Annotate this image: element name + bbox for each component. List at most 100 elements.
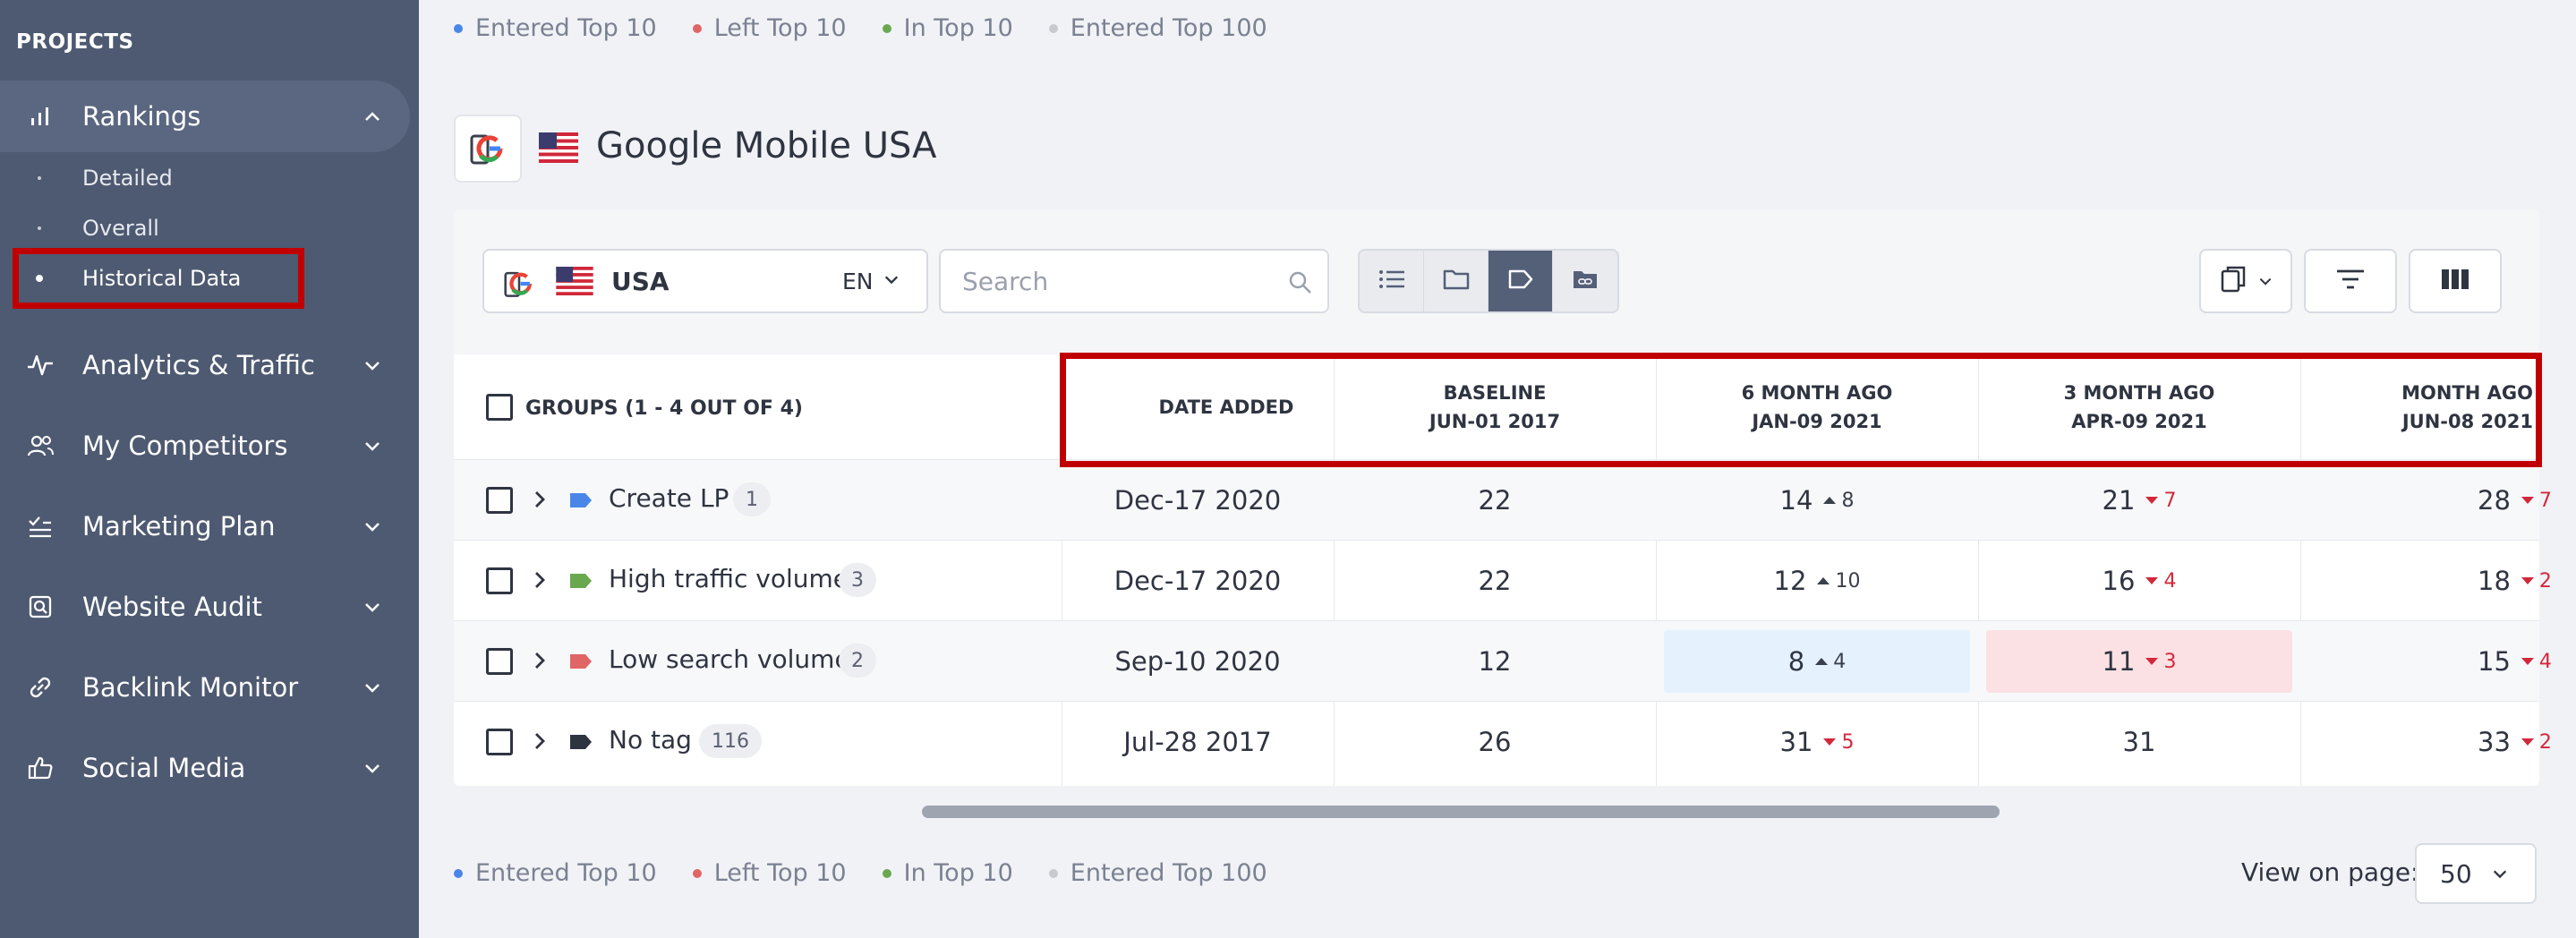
sidebar-item-backlink-monitor[interactable]: Backlink Monitor — [0, 652, 410, 723]
row-checkbox[interactable] — [486, 648, 513, 675]
columns-button[interactable] — [2409, 249, 2502, 313]
legend-item: Left Top 10 — [692, 859, 847, 887]
change-value: 7 — [2163, 489, 2177, 512]
cell-text: 12 — [1478, 646, 1512, 677]
cell-month-ago: 28 7 — [2300, 460, 2576, 541]
chevron-up-icon — [362, 106, 383, 127]
copy-dropdown-button[interactable] — [2199, 249, 2292, 313]
row-checkbox[interactable] — [486, 487, 513, 514]
legend-item: In Top 10 — [882, 859, 1013, 887]
column-header-month-ago[interactable]: MONTH AGO JUN-08 2021 — [2300, 354, 2533, 460]
table-header: GROUPS (1 - 4 OUT OF 4) DATE ADDED BASEL… — [454, 354, 2539, 460]
search-icon[interactable] — [1288, 270, 1313, 299]
sidebar-item-analytics-traffic[interactable]: Analytics & Traffic — [0, 329, 410, 401]
chevron-right-icon[interactable] — [533, 649, 547, 676]
change-value: 4 — [2538, 650, 2552, 673]
search-field[interactable] — [939, 249, 1329, 313]
chevron-down-icon — [883, 272, 900, 289]
tag-icon — [568, 491, 593, 513]
users-icon — [25, 431, 55, 461]
country-select[interactable]: USA EN — [482, 249, 928, 313]
chevron-down-icon — [362, 677, 383, 698]
arrow-down-icon — [2145, 658, 2159, 665]
column-header-date-added[interactable]: DATE ADDED — [1060, 354, 1303, 460]
column-date: JUN-01 2017 — [1429, 411, 1561, 432]
cell-text: Dec-17 2020 — [1113, 566, 1282, 596]
sidebar-subitem-overall[interactable]: Overall — [0, 205, 304, 252]
chevron-down-icon — [2492, 866, 2508, 883]
row-checkbox[interactable] — [486, 729, 513, 755]
columns-icon — [2440, 267, 2470, 295]
thumbs-up-icon — [25, 753, 55, 783]
column-title: 3 MONTH AGO — [2063, 382, 2215, 404]
filter-button[interactable] — [2304, 249, 2397, 313]
view-on-page-select[interactable]: 50 — [2415, 843, 2537, 904]
cell-baseline: 12 — [1334, 621, 1656, 702]
sidebar-item-rankings[interactable]: Rankings — [0, 81, 410, 152]
group-name: Low search volume — [609, 644, 850, 674]
tag-view-button[interactable] — [1488, 251, 1553, 311]
table-row[interactable]: High traffic volume 3 Dec-17 2020 22 12 … — [454, 541, 2552, 621]
group-name: High traffic volume — [609, 564, 849, 593]
us-flag-icon — [556, 267, 593, 299]
chevron-down-icon — [362, 757, 383, 779]
arrow-up-icon — [1817, 577, 1830, 584]
legend-item: Entered Top 10 — [454, 859, 657, 887]
legend-dot — [882, 868, 891, 878]
linked-folder-view-button[interactable] — [1553, 251, 1617, 311]
position-value: 33 — [2478, 727, 2511, 757]
chevron-down-icon — [2258, 273, 2273, 290]
sidebar-item-label: Website Audit — [82, 592, 262, 622]
position-value: 12 — [1773, 566, 1807, 596]
us-flag-icon — [539, 132, 578, 163]
table-row[interactable]: No tag 116 Jul-28 2017 26 31 5 31 33 2 — [454, 702, 2552, 782]
change-indicator: 4 — [1815, 651, 1846, 673]
column-title: MONTH AGO — [2401, 382, 2533, 404]
column-date: APR-09 2021 — [2071, 411, 2207, 432]
folder-view-button[interactable] — [1424, 251, 1488, 311]
chevron-down-icon — [362, 516, 383, 537]
position-value: 8 — [1787, 646, 1805, 677]
cell-baseline: 26 — [1334, 702, 1656, 782]
sidebar-subitem-detailed[interactable]: Detailed — [0, 155, 304, 201]
sidebar-item-marketing-plan[interactable]: Marketing Plan — [0, 490, 410, 562]
sidebar-item-my-competitors[interactable]: My Competitors — [0, 410, 410, 482]
legend-dot — [692, 868, 702, 878]
tag-icon — [568, 572, 593, 593]
change-value: 8 — [1841, 489, 1855, 512]
legend-dot — [454, 23, 463, 33]
legend-dot — [882, 23, 891, 33]
horizontal-scrollbar[interactable] — [922, 806, 2000, 818]
table-row[interactable]: Create LP 1 Dec-17 2020 22 14 8 21 7 28 … — [454, 460, 2552, 541]
legend-dot — [1048, 868, 1058, 878]
change-indicator: 4 — [2521, 651, 2552, 673]
column-header-baseline[interactable]: BASELINE JUN-01 2017 — [1334, 354, 1656, 460]
chevron-right-icon[interactable] — [533, 488, 547, 515]
cell-6-month-ago: 31 5 — [1656, 702, 1978, 782]
tag-icon — [568, 733, 593, 755]
table-row[interactable]: Low search volume 2 Sep-10 2020 12 8 4 1… — [454, 621, 2552, 702]
legend-item: Left Top 10 — [692, 14, 847, 42]
position-value: 21 — [2102, 485, 2136, 516]
position-value: 16 — [2102, 566, 2136, 596]
folder-icon — [1442, 267, 1471, 295]
sidebar-item-website-audit[interactable]: Website Audit — [0, 571, 410, 643]
sidebar-item-social-media[interactable]: Social Media — [0, 732, 410, 804]
chevron-right-icon[interactable] — [533, 729, 547, 756]
linked-folder-icon — [1571, 267, 1599, 295]
sidebar-subitem-historical-data[interactable]: Historical Data — [0, 255, 304, 302]
select-all-checkbox[interactable] — [486, 394, 513, 421]
arrow-down-icon — [2521, 738, 2534, 746]
row-checkbox[interactable] — [486, 567, 513, 594]
position-value: 31 — [1779, 727, 1813, 757]
column-header-3-month-ago[interactable]: 3 MONTH AGO APR-09 2021 — [1978, 354, 2300, 460]
legend-label: Entered Top 10 — [475, 859, 657, 887]
column-header-6-month-ago[interactable]: 6 MONTH AGO JAN-09 2021 — [1656, 354, 1978, 460]
group-name: No tag — [609, 725, 692, 755]
legend-top: Entered Top 10 Left Top 10 In Top 10 Ent… — [454, 14, 1303, 42]
list-view-button[interactable] — [1360, 251, 1424, 311]
chevron-right-icon[interactable] — [533, 568, 547, 595]
column-date: JUN-08 2021 — [2401, 411, 2533, 432]
bullet-icon — [36, 275, 43, 282]
search-input[interactable] — [962, 265, 1275, 297]
